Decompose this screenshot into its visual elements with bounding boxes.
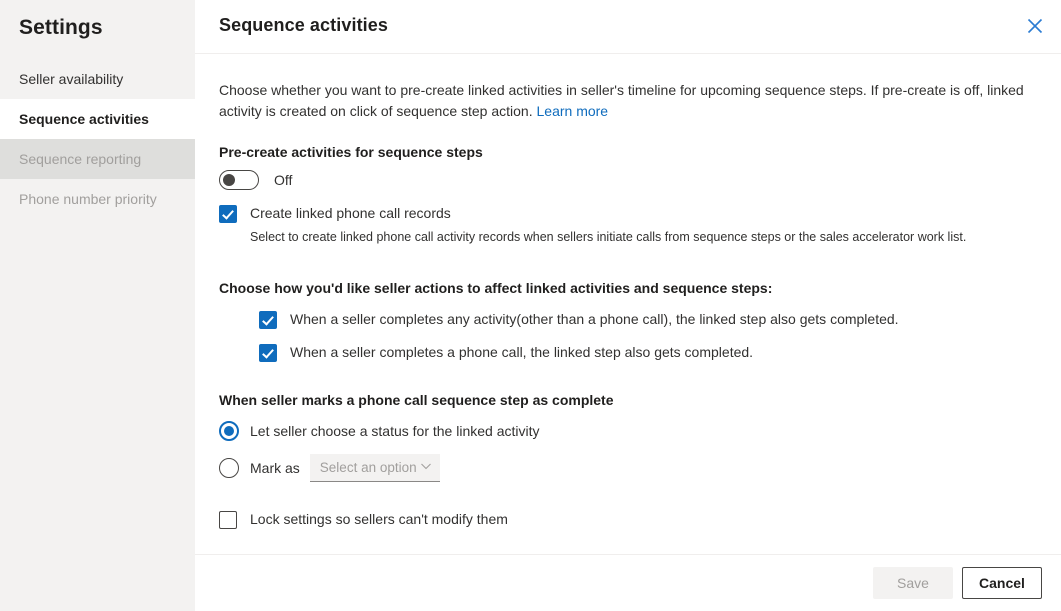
radio-let-seller-choose[interactable] [219, 421, 239, 441]
close-button[interactable] [1017, 8, 1053, 44]
sidebar-item-label: Sequence activities [19, 111, 149, 127]
cancel-button[interactable]: Cancel [962, 567, 1042, 599]
seller-action-any-activity-text: When a seller completes any activity(oth… [290, 310, 899, 329]
panel-content: Choose whether you want to pre-create li… [195, 54, 1061, 554]
sidebar-item-sequence-reporting[interactable]: Sequence reporting [0, 139, 195, 179]
page-title: Sequence activities [219, 15, 388, 36]
mark-as-dropdown[interactable]: Select an option [310, 454, 440, 482]
save-button[interactable]: Save [873, 567, 953, 599]
lock-settings-text: Lock settings so sellers can't modify th… [250, 510, 508, 529]
sidebar-item-label: Sequence reporting [19, 151, 141, 167]
sidebar-title: Settings [0, 0, 195, 40]
lock-settings-checkbox[interactable] [219, 511, 237, 529]
linked-phone-call-description: Select to create linked phone call activ… [250, 228, 966, 246]
seller-action-any-activity-label[interactable]: When a seller completes any activity(oth… [290, 310, 899, 329]
learn-more-link[interactable]: Learn more [537, 103, 609, 119]
linked-phone-call-text: Create linked phone call records Select … [250, 204, 966, 246]
sidebar-item-label: Phone number priority [19, 191, 157, 207]
mark-as-dropdown-value: Select an option [320, 460, 417, 475]
dialog-footer: Save Cancel [195, 554, 1061, 611]
linked-phone-call-label[interactable]: Create linked phone call records [250, 204, 966, 223]
intro-paragraph: Choose whether you want to pre-create li… [219, 80, 1031, 122]
seller-action-phone-call-text: When a seller completes a phone call, th… [290, 343, 753, 362]
sidebar-item-phone-number-priority[interactable]: Phone number priority [0, 179, 195, 219]
seller-action-any-activity-checkbox[interactable] [259, 311, 277, 329]
seller-actions-heading: Choose how you'd like seller actions to … [219, 280, 1037, 296]
seller-action-phone-call-checkbox[interactable] [259, 344, 277, 362]
settings-sidebar: Settings Seller availability Sequence ac… [0, 0, 195, 611]
panel-header: Sequence activities [195, 0, 1061, 54]
precreate-toggle-state: Off [274, 172, 292, 188]
settings-main-panel: Sequence activities Choose whether you w… [195, 0, 1061, 611]
radio-let-seller-choose-label[interactable]: Let seller choose a status for the linke… [250, 423, 539, 439]
sidebar-nav: Seller availability Sequence activities … [0, 59, 195, 219]
toggle-knob [223, 174, 235, 186]
seller-action-option-row: When a seller completes a phone call, th… [259, 343, 1037, 362]
settings-dialog: Settings Seller availability Sequence ac… [0, 0, 1061, 611]
intro-text: Choose whether you want to pre-create li… [219, 82, 1024, 119]
radio-mark-as[interactable] [219, 458, 239, 478]
seller-action-option-row: When a seller completes any activity(oth… [259, 310, 1037, 329]
lock-settings-label[interactable]: Lock settings so sellers can't modify th… [250, 510, 508, 529]
precreate-toggle-row: Off [219, 170, 1037, 190]
phone-call-complete-heading: When seller marks a phone call sequence … [219, 392, 1037, 408]
linked-phone-call-checkbox[interactable] [219, 205, 237, 223]
lock-settings-row: Lock settings so sellers can't modify th… [219, 510, 1037, 529]
sidebar-item-label: Seller availability [19, 71, 123, 87]
chevron-down-icon [420, 459, 432, 477]
precreate-label: Pre-create activities for sequence steps [219, 144, 1037, 160]
linked-phone-call-row: Create linked phone call records Select … [219, 204, 1037, 246]
seller-action-phone-call-label[interactable]: When a seller completes a phone call, th… [290, 343, 753, 362]
precreate-toggle[interactable] [219, 170, 259, 190]
sidebar-item-seller-availability[interactable]: Seller availability [0, 59, 195, 99]
radio-row-let-seller-choose: Let seller choose a status for the linke… [219, 421, 1037, 441]
radio-mark-as-label[interactable]: Mark as [250, 460, 300, 476]
sidebar-item-sequence-activities[interactable]: Sequence activities [0, 99, 195, 139]
radio-row-mark-as: Mark as Select an option [219, 454, 1037, 482]
close-icon [1027, 18, 1043, 34]
